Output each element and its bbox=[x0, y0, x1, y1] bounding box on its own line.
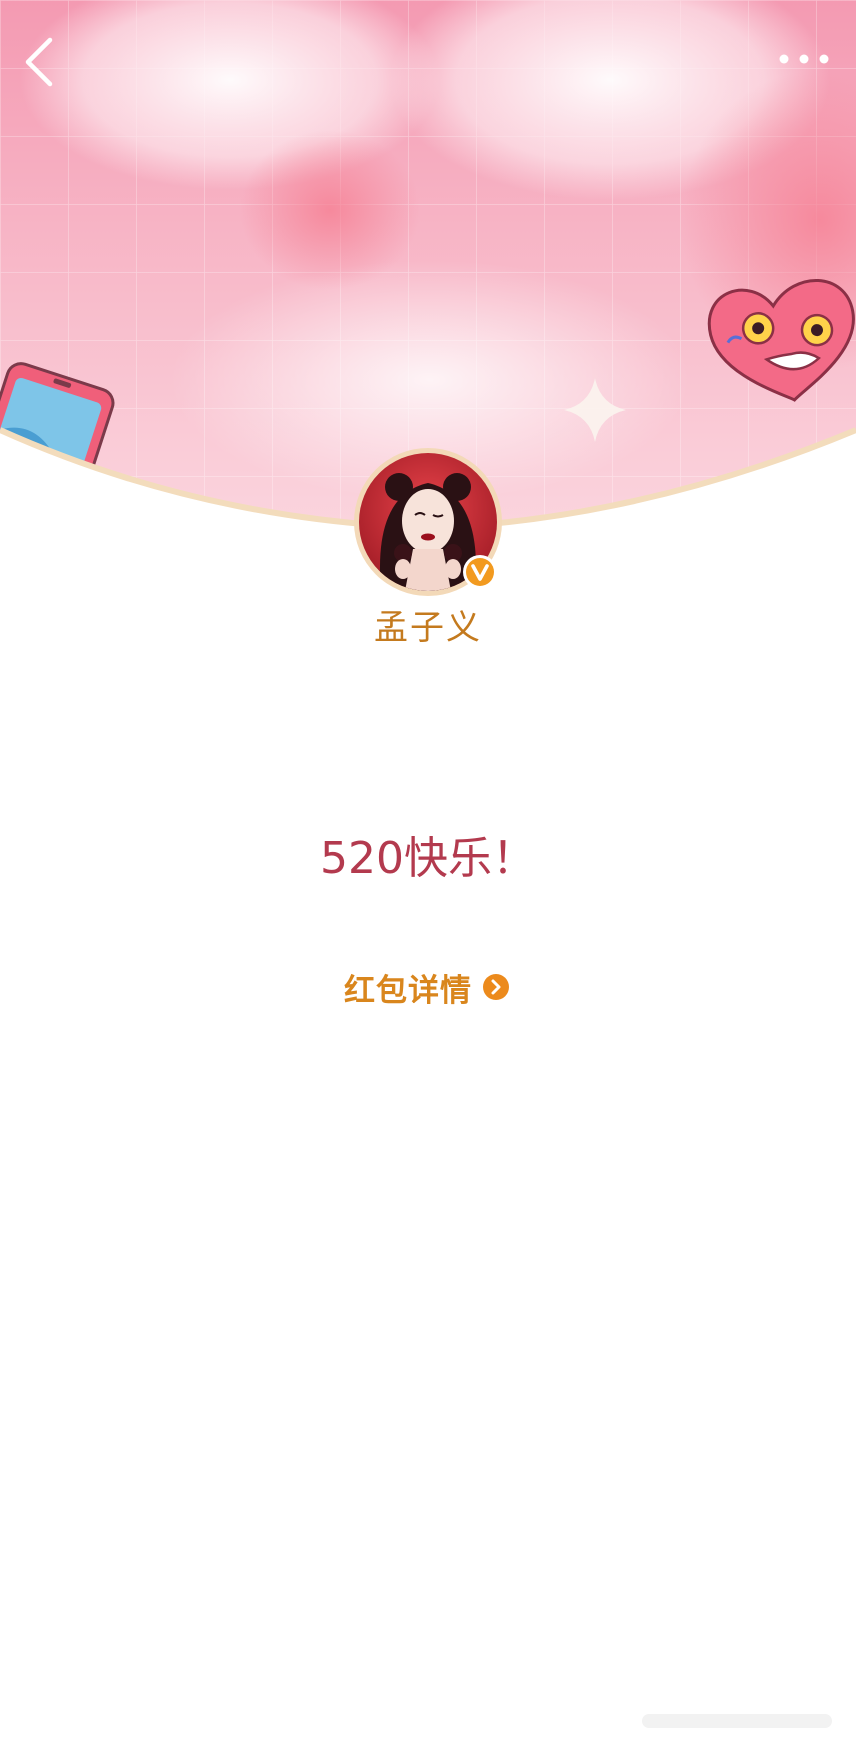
profile-username[interactable]: 孟子义 bbox=[0, 600, 856, 649]
avatar[interactable] bbox=[354, 448, 502, 596]
verified-v-badge-icon bbox=[463, 555, 497, 589]
chevron-left-icon bbox=[25, 37, 53, 87]
more-options-button[interactable] bbox=[776, 44, 832, 74]
greeting-message: 520快乐！ bbox=[320, 833, 536, 884]
watermark bbox=[642, 1714, 832, 1728]
red-packet-details-link[interactable]: 红包详情 bbox=[344, 964, 510, 1010]
more-horizontal-icon bbox=[779, 54, 829, 64]
details-label: 红包详情 bbox=[344, 972, 472, 1009]
back-button[interactable] bbox=[20, 34, 60, 90]
chevron-right-circle-icon bbox=[483, 974, 509, 1000]
